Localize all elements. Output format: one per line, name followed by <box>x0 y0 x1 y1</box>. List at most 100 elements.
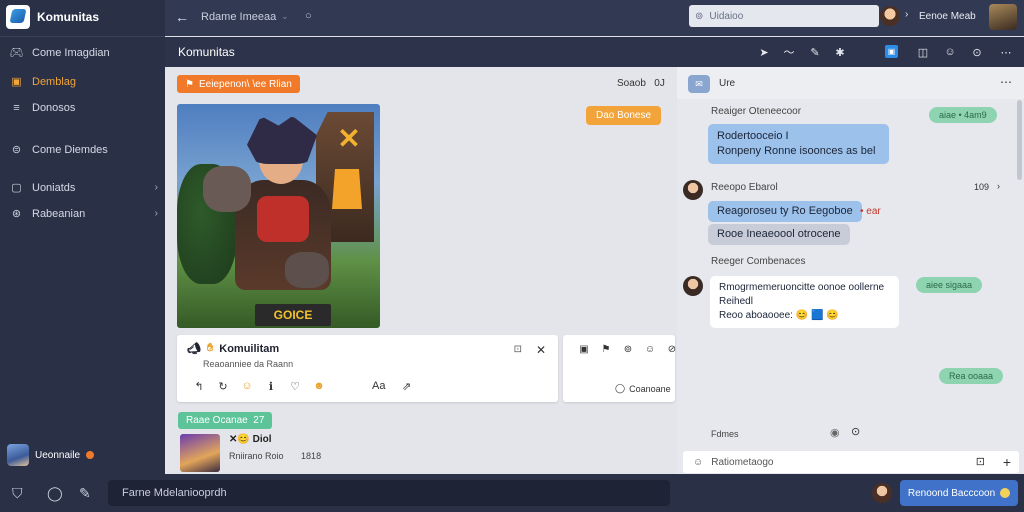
divider <box>0 36 165 37</box>
post-thumbnail[interactable] <box>180 434 220 472</box>
sidebar: Komunitas 🎮︎ Come Imagdian ▣ Demblag ≡ D… <box>0 0 165 474</box>
sidebar-item-1[interactable]: 🎮︎ Come Imagdian <box>10 46 158 60</box>
flag-icon[interactable]: ⚑ <box>595 344 617 355</box>
emoji-icon[interactable]: ☺ <box>942 44 958 60</box>
primary-button[interactable]: Renoond Bacccoon <box>900 480 1018 506</box>
post-image[interactable]: ✕ GOICE <box>177 104 380 328</box>
post-tag[interactable]: ⚑ Eeiepenon\ \ee Rlian <box>177 75 300 93</box>
emoji-icon[interactable]: ☺ <box>639 344 661 355</box>
time-pill: aiae • 4am9 <box>929 107 997 123</box>
gear-icon[interactable]: ✱ <box>832 44 848 60</box>
card-subtitle: Reaoanniee da Raann <box>203 359 294 369</box>
megaphone-icon: 📣︎ <box>187 343 201 355</box>
sidebar-item-3[interactable]: ≡ Donosos <box>10 101 158 114</box>
chat-input[interactable]: ☺ Ratiometaogo ⊡ + <box>683 451 1019 473</box>
wave-icon[interactable]: 〜 <box>781 44 797 60</box>
more-icon[interactable]: ⋯ <box>998 44 1014 60</box>
chevron-down-icon[interactable]: › <box>905 9 908 20</box>
add-icon[interactable]: + <box>1003 454 1011 470</box>
time-pill: aiee sigaaa <box>916 277 983 293</box>
user-name: Ueonnaile <box>35 449 81 461</box>
image-icon[interactable]: ▣ <box>885 45 898 58</box>
message-bubble[interactable]: Reagoroseu ty Ro Eegoboe <box>708 201 862 222</box>
category-count: 27 <box>253 415 265 426</box>
share-icon[interactable]: ⇗ <box>402 380 411 393</box>
image-icon[interactable]: ▣ <box>573 344 595 355</box>
message-bubble[interactable]: Rodertooceio I Ronpeny Ronne isoonces as… <box>708 124 889 164</box>
message-input[interactable]: Farne Mdelaniooprdh <box>108 480 670 506</box>
user-name[interactable]: Eenoe Meab <box>919 11 976 22</box>
chat-bubble-icon[interactable]: ◯ <box>47 485 63 502</box>
sidebar-item-5[interactable]: ▢ Uoniatds › <box>10 181 158 195</box>
menu-icon: ≡ <box>13 101 20 114</box>
emoji-icon[interactable]: ☺ <box>235 380 259 393</box>
smile-icon: ☺ <box>693 456 704 468</box>
copy-icon[interactable]: ⊚ <box>617 344 639 355</box>
avatar[interactable] <box>683 180 703 200</box>
avatar[interactable] <box>683 276 703 296</box>
chat-panel: ✉ Ure ⋯ Reaiger Oteneecoor aiae • 4am9 R… <box>677 67 1024 474</box>
search-icon: ⊚ <box>695 10 704 22</box>
camera-icon[interactable]: ⊡ <box>976 455 985 468</box>
clock-icon[interactable]: ◉ <box>830 426 840 439</box>
reply-icon[interactable]: ↰ <box>187 380 211 393</box>
sidebar-item-label: Demblag <box>32 75 77 88</box>
character-avatar[interactable] <box>989 4 1017 30</box>
action-card: ▣ ⚑ ⊚ ☺ ⊘ ◯ Coanoane <box>563 335 676 402</box>
options-icon[interactable]: ⊡ <box>514 344 522 355</box>
footer-label: Fdmes <box>711 429 739 439</box>
message-bubble[interactable]: Rmogrmemeruoncitte oonoe oollerne Reihed… <box>710 276 899 328</box>
share-label[interactable]: Aa <box>372 380 385 392</box>
sidebar-item-label: Donosos <box>32 101 76 114</box>
sidebar-item-4[interactable]: ⊜ Come Diemdes <box>10 143 158 157</box>
radio-icon: ◯ <box>615 383 626 393</box>
status-badge[interactable]: Dao Bonese <box>586 106 662 125</box>
refresh-icon[interactable]: ↻ <box>211 380 235 393</box>
pen-icon[interactable]: ✎ <box>807 44 823 60</box>
chat-header: ✉ Ure ⋯ <box>677 67 1024 99</box>
comment-icon[interactable]: ♡ <box>283 380 307 393</box>
search-icon[interactable]: ○ <box>305 10 312 22</box>
time-pill: Rea ooaaa <box>939 368 1004 384</box>
mini-post-meta: Rniirano Roio 1818 <box>229 451 322 461</box>
app-logo[interactable]: Komunitas <box>6 5 99 29</box>
message-input-placeholder: Farne Mdelaniooprdh <box>122 487 227 499</box>
panel-icon[interactable]: ◫ <box>915 44 931 60</box>
image-badge: GOICE <box>255 304 331 326</box>
status-dot <box>86 451 95 459</box>
post-tag-label: Eeiepenon\ \ee Rlian <box>198 78 292 90</box>
chevron-right-icon: › <box>154 182 158 193</box>
tag-label: • ear <box>860 206 881 217</box>
sender-name: Reeger Combenaces <box>711 256 806 267</box>
smile-icon[interactable]: ☻ <box>307 380 331 393</box>
bottom-bar: ⛉ ◯ ✎ Farne Mdelaniooprdh Renoond Baccco… <box>0 474 1024 512</box>
message-bubble[interactable]: Rooe Ineaeoool otrocene <box>708 224 850 245</box>
option-label: Coanoane <box>629 383 671 394</box>
back-arrow-icon[interactable]: ← <box>175 9 189 25</box>
shield-icon[interactable]: ⛉ <box>12 485 23 502</box>
chevron-down-icon[interactable]: ⌄ <box>281 11 289 22</box>
search-input[interactable]: ⊚ Uidaioo <box>689 5 879 27</box>
send-icon[interactable]: ➤ <box>756 44 772 60</box>
sender-name: Reeopo Ebarol <box>711 182 778 193</box>
chevron-right-icon[interactable]: › <box>997 181 1000 191</box>
category-label: Raae Ocanae <box>186 415 248 426</box>
edit-icon[interactable]: ✎ <box>79 485 91 502</box>
page-title: Rdame Imeeaa <box>201 11 277 23</box>
reaction-icon[interactable]: ⊙ <box>969 44 985 60</box>
option-row[interactable]: ◯ Coanoane <box>615 383 671 394</box>
sidebar-item-2[interactable]: ▣ Demblag <box>10 75 158 89</box>
avatar[interactable] <box>872 483 892 503</box>
scrollbar[interactable] <box>1017 100 1022 180</box>
emoji-icon[interactable]: ⊙ <box>851 425 860 438</box>
current-user[interactable]: Ueonnaile <box>7 444 95 466</box>
sidebar-item-6[interactable]: ⊛ Rabeanian › <box>10 207 158 221</box>
gamepad-icon: ⊜ <box>11 144 22 156</box>
more-icon[interactable]: ⋯ <box>1000 75 1012 89</box>
primary-button-label: Renoond Bacccoon <box>907 487 996 499</box>
avatar[interactable] <box>880 6 900 26</box>
category-pill[interactable]: Raae Ocanae 27 <box>178 412 273 429</box>
info-icon[interactable]: ℹ <box>259 380 283 393</box>
post-meta: Soaob 0J <box>617 78 665 89</box>
close-icon[interactable]: ✕ <box>536 343 546 357</box>
